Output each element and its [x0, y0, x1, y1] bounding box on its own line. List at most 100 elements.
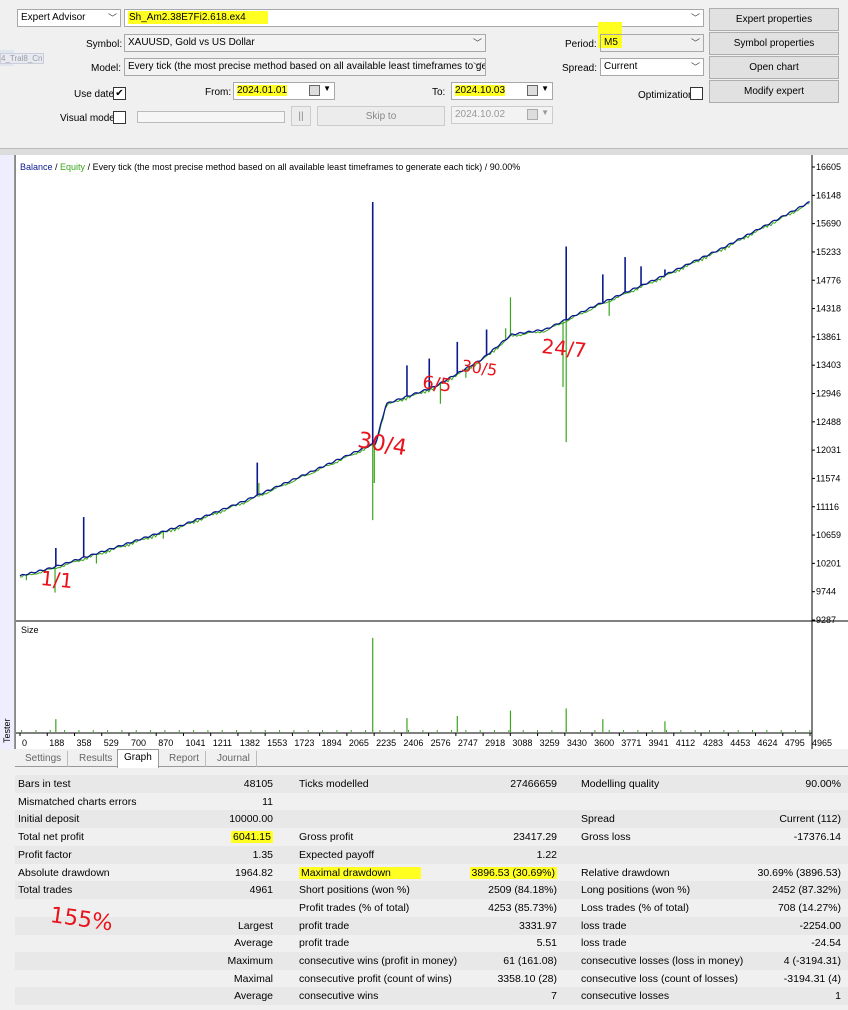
skip-date-input[interactable]: 2024.10.02 ▼ [451, 106, 553, 124]
table-cell: -24.54 [811, 937, 841, 950]
calendar-icon[interactable] [527, 85, 538, 96]
table-cell: Loss trades (% of total) [581, 901, 689, 914]
spread-label: Spread: [562, 63, 598, 74]
tester-label: Tester [2, 718, 12, 743]
x-tick-label: 188 [49, 738, 64, 748]
table-cell: Mismatched charts errors [18, 795, 137, 808]
table-row: Total trades 4961 Short positions (won %) 2… [15, 881, 848, 900]
splitter[interactable] [0, 148, 848, 155]
tab-settings[interactable]: Settings [19, 751, 69, 767]
visual-mode-checkbox[interactable] [113, 111, 126, 124]
table-cell: Modelling quality [581, 778, 660, 790]
model-select[interactable]: Every tick (the most precise method base… [124, 58, 486, 76]
tab-settings-label: Settings [25, 753, 62, 764]
table-cell: loss trade [581, 919, 627, 932]
x-tick-label: 2235 [376, 738, 396, 748]
expert-properties-label: Expert properties [735, 14, 813, 25]
x-tick-label: 1211 [213, 738, 232, 748]
tester-panel-strip: Tester [0, 155, 15, 749]
table-cell: consecutive losses [581, 990, 670, 1003]
table-cell: 48105 [243, 778, 273, 790]
table-cell: Ticks modelled [299, 778, 369, 790]
use-date-label: Use date [74, 89, 115, 100]
table-cell: 5.51 [536, 937, 557, 950]
table-cell: profit trade [299, 919, 350, 932]
y-tick-label: 9744 [816, 587, 836, 597]
legend-description: / Every tick (the most precise method ba… [85, 162, 520, 172]
skip-to-label: Skip to [365, 111, 397, 122]
tab-journal[interactable]: Journal [211, 751, 257, 767]
to-date-input[interactable]: 2024.10.03 ▼ [451, 82, 553, 100]
tab-report-label: Report [169, 753, 200, 764]
x-tick-label: 870 [158, 738, 173, 748]
legend-sep: / [53, 162, 61, 172]
x-tick-label: 1553 [267, 738, 287, 748]
dropdown-arrow-icon[interactable]: ▼ [541, 84, 549, 93]
table-cell: 3331.97 [519, 919, 557, 932]
skip-to-button[interactable]: Skip to [317, 106, 445, 126]
x-tick-label: 2576 [431, 738, 451, 748]
check-icon: ✔ [115, 88, 124, 99]
use-date-checkbox[interactable]: ✔ [113, 87, 126, 100]
x-tick-label: 4795 [785, 738, 805, 748]
y-tick-label: 10201 [816, 558, 841, 568]
table-cell: 1964.82 [235, 866, 273, 879]
chevron-down-icon: ﹀ [690, 13, 700, 23]
table-cell: consecutive losses (loss in money) [581, 955, 744, 967]
graph-panel: Balance / Equity / Every tick (the most … [15, 155, 848, 749]
y-tick-label: 13861 [816, 332, 841, 342]
table-cell: Total net profit [18, 831, 84, 844]
table-cell: Relative drawdown [581, 866, 670, 879]
period-select[interactable]: M5 ﹀ [600, 34, 704, 52]
tab-results[interactable]: Results [73, 751, 120, 767]
table-row: Maximum consecutive wins (profit in money… [15, 952, 848, 970]
x-tick-label: 1041 [185, 738, 205, 748]
y-tick-label: 9287 [816, 615, 836, 625]
table-cell: Profit trades (% of total) [299, 901, 410, 914]
table-cell: 27466659 [510, 778, 557, 790]
modify-expert-label: Modify expert [743, 86, 805, 97]
tab-report[interactable]: Report [163, 751, 207, 767]
side-tag-text: 4_Tral8_Cn [0, 53, 44, 64]
table-cell: Current (112) [779, 813, 841, 826]
x-tick-label: 3600 [594, 738, 614, 748]
symbol-select[interactable]: XAUUSD, Gold vs US Dollar ﹀ [124, 34, 486, 52]
y-tick-label: 16148 [816, 190, 841, 200]
open-chart-button[interactable]: Open chart [709, 56, 839, 79]
from-date-input[interactable]: 2024.01.01 ▼ [233, 82, 335, 100]
legend-balance: Balance [20, 162, 53, 172]
to-label: To: [432, 87, 446, 98]
spread-select[interactable]: Current ﹀ [600, 58, 704, 76]
tab-results-label: Results [79, 753, 113, 764]
spread-value: Current [604, 61, 638, 72]
pause-icon: || [298, 111, 304, 122]
table-row: Total net profit 6041.15 Gross profit 23417… [15, 828, 848, 846]
calendar-icon[interactable] [309, 85, 320, 96]
table-cell: 4961 [249, 884, 273, 897]
y-tick-label: 12488 [816, 417, 841, 427]
pause-button[interactable]: || [291, 106, 311, 126]
chevron-down-icon: ﹀ [472, 38, 482, 48]
y-tick-label: 14318 [816, 304, 841, 314]
expert-properties-button[interactable]: Expert properties [709, 8, 839, 31]
dropdown-arrow-icon[interactable]: ▼ [323, 84, 331, 93]
tab-graph[interactable]: Graph [117, 749, 159, 768]
y-tick-label: 12946 [816, 389, 841, 399]
open-chart-label: Open chart [749, 62, 799, 73]
symbol-properties-button[interactable]: Symbol properties [709, 32, 839, 55]
visual-speed-slider[interactable] [137, 111, 285, 123]
modify-expert-button[interactable]: Modify expert [709, 80, 839, 103]
table-cell: Gross profit [299, 831, 354, 844]
expert-type-select[interactable]: Expert Advisor ﹀ [17, 9, 121, 27]
x-tick-label: 1723 [294, 738, 314, 748]
model-label: Model: [91, 63, 122, 74]
table-cell: consecutive wins (profit in money) [299, 955, 458, 967]
optimization-checkbox[interactable] [690, 87, 703, 100]
table-cell: Short positions (won %) [299, 884, 410, 897]
table-cell: Bars in test [18, 778, 71, 790]
table-cell: Maximal [233, 972, 273, 985]
table-cell: 90.00% [805, 778, 841, 790]
x-tick-label: 3771 [621, 738, 641, 748]
y-tick-label: 15690 [816, 219, 841, 229]
annotation-24-7: 24/7 [540, 334, 588, 363]
